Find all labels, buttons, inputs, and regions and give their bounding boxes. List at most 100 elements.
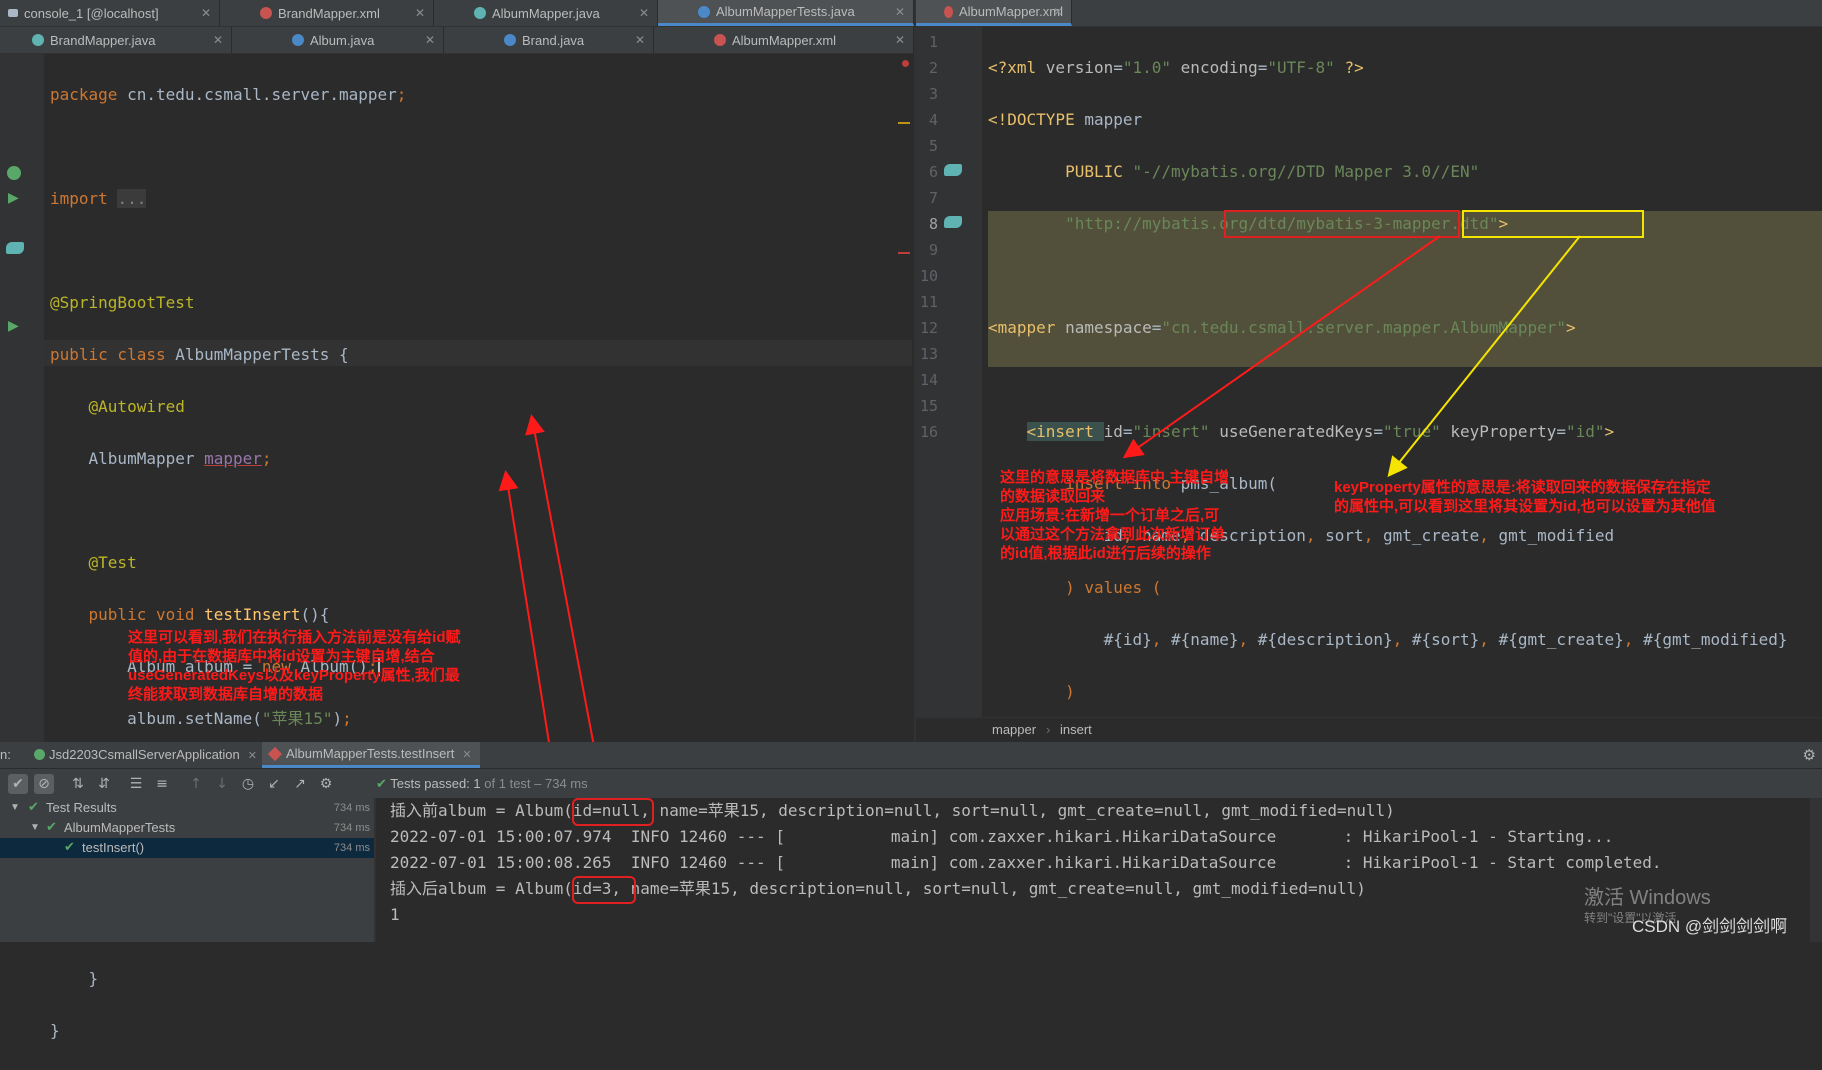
close-icon[interactable]: ✕ xyxy=(462,749,471,761)
code-line: PUBLIC "-//mybatis.org//DTD Mapper 3.0//… xyxy=(988,162,1480,181)
tree-row-method[interactable]: ✔ testInsert() 734 ms xyxy=(0,838,374,858)
check-icon: ✔ xyxy=(64,840,75,855)
check-icon: ✔ xyxy=(376,777,387,792)
run-tab-test[interactable]: AlbumMapperTests.testInsert ✕ xyxy=(262,742,480,768)
annotation-right-note: keyProperty属性的意思是:将读取回来的数据保存在指定 的属性中,可以看… xyxy=(1334,479,1716,515)
code-line: package cn.tedu.csmall.server.mapper; xyxy=(50,85,407,104)
close-icon[interactable]: ✕ xyxy=(1053,5,1063,19)
tab-album-java[interactable]: Album.java ✕ xyxy=(232,27,444,53)
chevron-down-icon[interactable]: ▼ xyxy=(10,798,20,818)
check-icon: ✔ xyxy=(46,820,57,835)
tree-row-results[interactable]: ▼ ✔ Test Results 734 ms xyxy=(0,798,374,818)
xml-file-icon xyxy=(714,34,726,46)
line-number: 16 xyxy=(919,423,938,441)
tab-brandmapper-xml[interactable]: BrandMapper.xml ✕ xyxy=(220,0,434,26)
mybatis-bird-icon[interactable] xyxy=(944,164,962,176)
code-line: album.setName("苹果15"); xyxy=(50,709,352,728)
tab-albummapper-xml-left[interactable]: AlbumMapper.xml ✕ xyxy=(654,27,914,53)
history-icon[interactable]: ◷ xyxy=(238,774,258,794)
close-icon[interactable]: ✕ xyxy=(415,6,425,20)
console-line: 2022-07-01 15:00:07.974 INFO 12460 --- [… xyxy=(390,827,1614,846)
breadcrumb-item[interactable]: mapper xyxy=(992,718,1036,742)
tab-brand-java[interactable]: Brand.java ✕ xyxy=(444,27,654,53)
close-icon[interactable]: ✕ xyxy=(213,33,223,47)
tree-row-class[interactable]: ▼ ✔ AlbumMapperTests 734 ms xyxy=(0,818,374,838)
tab-brandmapper-java[interactable]: BrandMapper.java ✕ xyxy=(0,27,232,53)
gear-icon[interactable]: ⚙ xyxy=(1803,746,1816,764)
test-toolbar: ✔ ⊘ ⇅ ⇵ ☰ ≡ ↑ ↓ ◷ ↙ ↗ ⚙ ✔ Tests passed: … xyxy=(0,768,1822,799)
console-scrollbar[interactable] xyxy=(1810,798,1822,942)
line-number: 8 xyxy=(928,215,938,233)
mybatis-bird-icon[interactable] xyxy=(6,242,24,254)
line-number: 14 xyxy=(919,371,938,389)
code-line: @Autowired xyxy=(50,397,185,416)
mapper-interface-icon xyxy=(32,34,44,46)
collapse-all-icon[interactable]: ≡ xyxy=(152,774,172,794)
line-number: 1 xyxy=(928,33,938,51)
code-line: import ... xyxy=(50,189,147,208)
annotation-middle-note: 这里的意思是将数据库中 主键自增 的数据读取回来 应用场景:在新增一个订单之后,… xyxy=(1000,469,1230,562)
previous-test-icon[interactable]: ↑ xyxy=(186,774,206,794)
close-icon[interactable]: ✕ xyxy=(201,6,211,20)
left-tab-row-2: BrandMapper.java ✕ Album.java ✕ Brand.java… xyxy=(0,27,914,54)
run-test-icon[interactable]: ▶ xyxy=(8,318,19,334)
console-line: 插入前album = Album(id=null, name=苹果15, des… xyxy=(390,801,1395,820)
tab-albummapper-xml[interactable]: AlbumMapper.xml ✕ xyxy=(916,0,1072,26)
show-ignored-icon[interactable]: ⊘ xyxy=(34,774,54,794)
mybatis-bird-icon[interactable] xyxy=(944,216,962,228)
close-icon[interactable]: ✕ xyxy=(639,6,649,20)
breadcrumb-item[interactable]: insert xyxy=(1060,718,1092,742)
settings-icon[interactable]: ⚙ xyxy=(316,774,336,794)
code-line: AlbumMapper mapper; xyxy=(50,449,272,468)
close-icon[interactable]: ✕ xyxy=(895,5,905,19)
next-test-icon[interactable]: ↓ xyxy=(212,774,232,794)
line-number: 10 xyxy=(919,267,938,285)
code-line: } xyxy=(50,1021,60,1040)
class-file-icon xyxy=(698,5,710,18)
line-number: 13 xyxy=(919,345,938,363)
spring-bean-icon[interactable] xyxy=(7,166,21,180)
show-passed-icon[interactable]: ✔ xyxy=(8,774,28,794)
code-line: <insert id="insert" useGeneratedKeys="tr… xyxy=(1026,422,1615,441)
line-number: 6 xyxy=(928,163,938,181)
console-icon xyxy=(8,9,18,17)
line-number: 9 xyxy=(928,241,938,259)
import-tests-icon[interactable]: ↙ xyxy=(264,774,284,794)
chevron-down-icon[interactable]: ▼ xyxy=(30,818,40,838)
right-tab-row: AlbumMapper.xml ✕ xyxy=(916,0,1822,27)
code-line: <!DOCTYPE mapper xyxy=(988,110,1143,129)
line-number: 12 xyxy=(919,319,938,337)
java-gutter xyxy=(0,54,44,742)
run-test-icon[interactable]: ▶ xyxy=(8,190,19,206)
line-number: 4 xyxy=(928,111,938,129)
sort-alpha-icon[interactable]: ⇅ xyxy=(68,774,88,794)
export-tests-icon[interactable]: ↗ xyxy=(290,774,310,794)
console-line: 2022-07-01 15:00:08.265 INFO 12460 --- [… xyxy=(390,853,1662,872)
close-icon[interactable]: ✕ xyxy=(635,33,645,47)
code-line: @Test xyxy=(50,553,137,572)
left-tab-row-1: console_1 [@localhost] ✕ BrandMapper.xml ✕… xyxy=(0,0,914,27)
close-icon[interactable]: ✕ xyxy=(248,750,257,762)
close-icon[interactable]: ✕ xyxy=(425,33,435,47)
test-status: ✔ Tests passed: 1 of 1 test – 734 ms xyxy=(376,776,588,792)
expand-all-icon[interactable]: ☰ xyxy=(126,774,146,794)
error-stripe-marker xyxy=(902,60,909,67)
tab-albummappertests-java[interactable]: AlbumMapperTests.java ✕ xyxy=(658,0,914,26)
test-icon xyxy=(267,746,283,762)
close-icon[interactable]: ✕ xyxy=(895,33,905,47)
line-number: 5 xyxy=(928,137,938,155)
tab-albummapper-java[interactable]: AlbumMapper.java ✕ xyxy=(434,0,658,26)
breadcrumb: mapper › insert xyxy=(916,717,1822,743)
code-line: ) xyxy=(988,682,1075,701)
warning-stripe-marker xyxy=(898,122,910,124)
line-number: 7 xyxy=(928,189,938,207)
run-tab-app[interactable]: Jsd2203CsmallServerApplication ✕ xyxy=(26,742,265,768)
code-line: <mapper namespace="cn.tedu.csmall.server… xyxy=(988,318,1576,337)
sort-duration-icon[interactable]: ⇵ xyxy=(94,774,114,794)
tab-console[interactable]: console_1 [@localhost] ✕ xyxy=(0,0,220,26)
code-line: <?xml version="1.0" encoding="UTF-8" ?> xyxy=(988,58,1364,77)
